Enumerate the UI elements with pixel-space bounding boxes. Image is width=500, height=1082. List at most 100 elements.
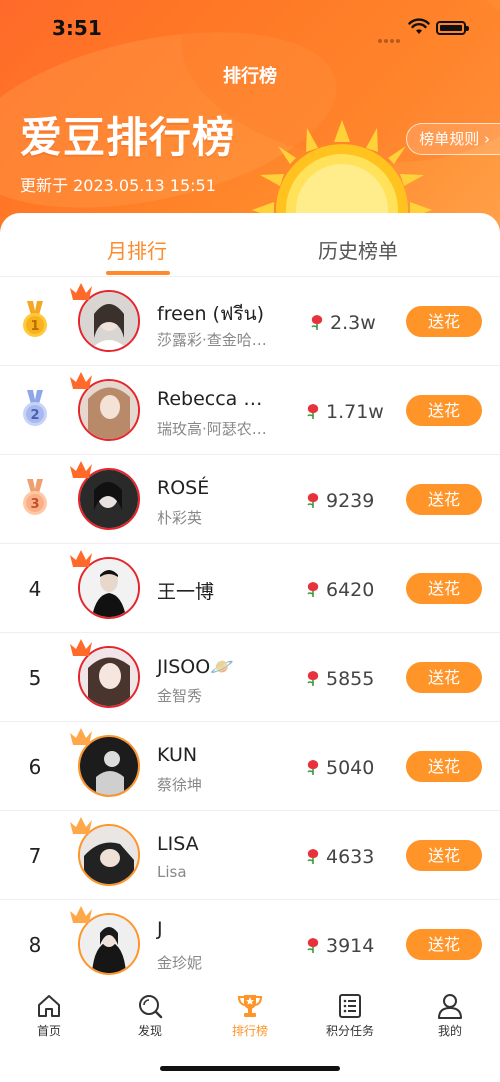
ranking-row[interactable]: 1 freen (ฟรีน) 莎露彩·查金哈… 2.3w 送花	[0, 277, 500, 366]
rose-icon	[307, 671, 319, 686]
crown-icon	[70, 639, 92, 656]
crown-icon	[70, 372, 92, 389]
tab-bar: 月排行 历史榜单	[0, 213, 500, 277]
discover-icon	[139, 995, 163, 1019]
send-flower-button[interactable]: 送花	[406, 484, 482, 515]
rank-number: 8	[28, 933, 42, 957]
battery-icon	[436, 21, 469, 35]
wifi-icon	[408, 18, 430, 34]
rose-icon	[307, 404, 319, 419]
ranking-row[interactable]: 8 J 金珍妮 3914 送花	[0, 900, 500, 989]
crown-icon	[70, 817, 92, 834]
profile-icon	[438, 994, 462, 1019]
idol-name: JISOO🪐	[157, 656, 234, 678]
tabbar-label: 排行榜	[231, 1024, 268, 1038]
idol-alias: 金珍妮	[157, 954, 203, 972]
flower-score: 2.3w	[308, 312, 376, 334]
task-list-icon	[339, 994, 361, 1018]
svg-text:1: 1	[30, 319, 39, 334]
rose-icon	[307, 849, 319, 864]
flower-score: 9239	[304, 490, 374, 512]
flower-score: 6420	[304, 579, 374, 601]
ranking-row[interactable]: 4 王一博 6420 送花	[0, 544, 500, 633]
send-flower-button[interactable]: 送花	[406, 929, 482, 960]
home-icon	[38, 995, 60, 1017]
score-value: 5855	[326, 668, 375, 690]
signal-icon	[378, 28, 402, 43]
svg-text:2: 2	[30, 408, 39, 423]
score-value: 6420	[326, 579, 375, 601]
ranking-row[interactable]: 3 ROSÉ 朴彩英 9239 送花	[0, 455, 500, 544]
avatar[interactable]	[70, 372, 140, 441]
avatar[interactable]	[70, 283, 140, 352]
flower-score: 5040	[304, 757, 374, 779]
send-flower-button[interactable]: 送花	[406, 751, 482, 782]
score-value: 1.71w	[326, 401, 384, 423]
idol-name: KUN	[157, 744, 198, 766]
idol-name: LISA	[157, 833, 199, 855]
crown-icon	[70, 728, 92, 745]
status-bar: 3:51	[0, 14, 500, 44]
idol-alias: Lisa	[157, 863, 187, 881]
send-flower-button[interactable]: 送花	[406, 573, 482, 604]
avatar[interactable]	[70, 461, 140, 530]
status-time: 3:51	[52, 16, 102, 40]
idol-name: J	[157, 918, 163, 940]
flower-score: 3914	[304, 935, 374, 957]
home-indicator	[160, 1066, 340, 1071]
send-flower-button[interactable]: 送花	[406, 840, 482, 871]
send-flower-button[interactable]: 送花	[406, 662, 482, 693]
rose-icon	[307, 493, 319, 508]
avatar[interactable]	[70, 550, 140, 619]
idol-name: freen (ฟรีน)	[157, 303, 265, 325]
crown-icon	[70, 283, 92, 300]
ranking-row[interactable]: 2 Rebecca … 瑞玫高·阿瑟农… 1.71w 送花	[0, 366, 500, 455]
rose-icon	[307, 582, 319, 597]
score-value: 9239	[326, 490, 375, 512]
avatar[interactable]	[70, 817, 140, 886]
bronze-medal-icon: 3	[23, 479, 47, 515]
score-value: 4633	[326, 846, 375, 868]
crown-icon	[70, 550, 92, 567]
send-flower-button[interactable]: 送花	[406, 306, 482, 337]
crown-icon	[70, 461, 92, 478]
avatar[interactable]	[70, 728, 140, 797]
idol-alias: 莎露彩·查金哈…	[157, 331, 267, 349]
flower-score: 4633	[304, 846, 374, 868]
svg-text:3: 3	[30, 497, 39, 512]
tabbar-label: 我的	[437, 1024, 462, 1038]
flower-score: 1.71w	[304, 401, 384, 423]
tabbar-item-profile[interactable]: 我的	[410, 992, 490, 1039]
idol-alias: 瑞玫高·阿瑟农…	[157, 420, 267, 438]
active-tab-indicator	[106, 271, 170, 275]
tabbar-item-home[interactable]: 首页	[9, 992, 89, 1039]
page-title: 爱豆排行榜	[20, 113, 236, 162]
tab-monthly[interactable]: 月排行	[107, 235, 167, 264]
tab-history[interactable]: 历史榜单	[318, 235, 398, 264]
update-time: 更新于 2023.05.13 15:51	[20, 176, 216, 195]
idol-name: 王一博	[157, 581, 215, 603]
ranking-card: 月排行 历史榜单 1 freen (ฟรีน) 莎露彩·查金哈… 2.3w 送花	[0, 213, 500, 989]
score-value: 2.3w	[330, 312, 376, 334]
score-value: 5040	[326, 757, 375, 779]
crown-icon	[70, 906, 92, 923]
tabbar-item-tasks[interactable]: 积分任务	[310, 992, 390, 1039]
avatar[interactable]	[70, 906, 140, 975]
rose-icon	[307, 760, 319, 775]
ranking-row[interactable]: 5 JISOO🪐 金智秀 5855 送花	[0, 633, 500, 722]
silver-medal-icon: 2	[23, 390, 47, 426]
rules-button[interactable]: 榜单规则 ›	[406, 123, 500, 155]
send-flower-button[interactable]: 送花	[406, 395, 482, 426]
score-value: 3914	[326, 935, 375, 957]
avatar[interactable]	[70, 639, 140, 708]
rank-number: 4	[28, 577, 42, 601]
ranking-row[interactable]: 6 KUN 蔡徐坤 5040 送花	[0, 722, 500, 811]
rules-label: 榜单规则	[419, 130, 480, 148]
idol-alias: 朴彩英	[157, 509, 203, 527]
trophy-icon	[237, 995, 263, 1017]
tabbar-label: 发现	[137, 1024, 162, 1038]
tabbar-item-discover[interactable]: 发现	[110, 992, 190, 1039]
tabbar-item-ranking[interactable]: 排行榜	[210, 992, 290, 1039]
idol-name: Rebecca …	[157, 388, 263, 410]
ranking-row[interactable]: 7 LISA Lisa 4633 送花	[0, 811, 500, 900]
